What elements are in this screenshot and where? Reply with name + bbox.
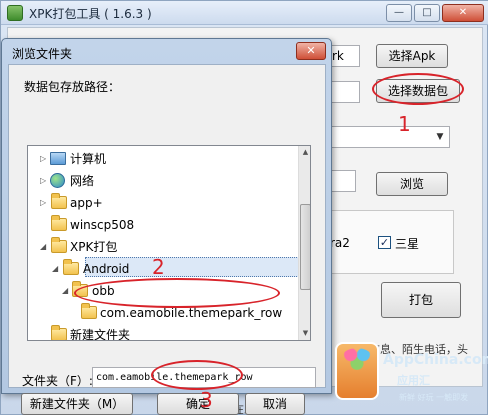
tree-item-computer[interactable]: ▷ 计算机 — [28, 148, 298, 170]
appchina-watermark: AppChina.com 应用汇 新鲜 好玩 一触即发 — [335, 330, 488, 410]
cancel-button[interactable]: 取消 — [245, 393, 305, 415]
apk-path-field[interactable]: rk — [328, 45, 360, 67]
select-apk-button[interactable]: 选择Apk — [376, 44, 448, 68]
pack-button[interactable]: 打包 — [381, 282, 461, 318]
app-title: XPK打包工具 ( 1.6.3 ) — [29, 7, 152, 21]
collapse-arrow-icon[interactable]: ◢ — [52, 258, 58, 280]
expand-arrow-icon[interactable]: ▷ — [40, 148, 46, 170]
tree-scrollbar[interactable]: ▲ ▼ — [298, 146, 310, 340]
annotation-ellipse-2 — [74, 278, 280, 308]
new-folder-button[interactable]: 新建文件夹（M） — [21, 393, 133, 415]
scroll-up-arrow-icon[interactable]: ▲ — [299, 146, 310, 159]
folder-icon — [63, 259, 79, 275]
option-label-partial: ra2 — [330, 236, 350, 250]
folder-icon — [51, 325, 67, 340]
app-titlebar: XPK打包工具 ( 1.6.3 ) — □ ✕ — [1, 1, 488, 25]
tree-item-label: 新建文件夹 — [70, 328, 131, 341]
maximize-button[interactable]: □ — [414, 4, 440, 22]
app-icon — [7, 5, 23, 21]
folder-tree[interactable]: ▷ 计算机 ▷ 网络 ▷ app+ winscp508 ◢ XPK打包 ◢ An… — [27, 145, 311, 341]
dialog-prompt: 数据包存放路径： — [24, 80, 121, 94]
tree-item-label: Android — [83, 262, 130, 276]
data-path-field[interactable] — [328, 81, 360, 103]
tree-item-label: app+ — [70, 196, 103, 210]
tree-item-label: 计算机 — [70, 152, 107, 166]
tree-item-label: winscp508 — [70, 218, 135, 232]
ok-button[interactable]: 确定 — [157, 393, 239, 415]
folder-icon — [51, 237, 67, 253]
browse-folder-dialog: 浏览文件夹 ✕ 数据包存放路径： ▷ 计算机 ▷ 网络 ▷ app+ winsc… — [1, 38, 332, 415]
folder-icon — [51, 193, 67, 209]
collapse-arrow-icon[interactable]: ◢ — [40, 236, 46, 258]
scroll-down-arrow-icon[interactable]: ▼ — [299, 327, 310, 340]
network-icon — [50, 173, 65, 188]
annotation-ellipse-1 — [372, 73, 464, 105]
expand-arrow-icon[interactable]: ▷ — [40, 170, 46, 192]
browse-button[interactable]: 浏览 — [376, 172, 448, 196]
shopping-bag-logo-icon — [335, 342, 379, 400]
dialog-title: 浏览文件夹 — [12, 47, 73, 61]
samsung-checkbox[interactable]: ✓ — [378, 236, 391, 249]
watermark-subtext: 应用汇 — [397, 374, 430, 387]
folder-icon — [81, 303, 97, 319]
annotation-number-2: 2 — [152, 255, 165, 279]
folder-icon — [51, 215, 67, 231]
annotation-number-3: 3 — [200, 388, 213, 412]
annotation-ellipse-3 — [151, 360, 243, 390]
watermark-tagline: 新鲜 好玩 一触即发 — [399, 393, 469, 402]
minimize-button[interactable]: — — [386, 4, 412, 22]
chevron-down-icon[interactable]: ▼ — [431, 127, 449, 147]
dialog-close-button[interactable]: ✕ — [296, 42, 326, 60]
samsung-label: 三星 — [395, 237, 420, 251]
annotation-number-1: 1 — [398, 112, 411, 136]
dialog-body: 数据包存放路径： ▷ 计算机 ▷ 网络 ▷ app+ winscp508 ◢ X… — [8, 64, 326, 415]
tree-item-network[interactable]: ▷ 网络 — [28, 170, 298, 192]
output-path-field[interactable] — [328, 170, 356, 192]
close-button[interactable]: ✕ — [442, 4, 484, 22]
expand-arrow-icon[interactable]: ▷ — [40, 192, 46, 214]
tree-item-winscp[interactable]: winscp508 — [28, 214, 298, 236]
collapse-arrow-icon[interactable]: ◢ — [62, 280, 68, 302]
scroll-thumb[interactable] — [300, 204, 310, 290]
folder-field-label: 文件夹（F）: — [22, 374, 93, 388]
tree-item-app-plus[interactable]: ▷ app+ — [28, 192, 298, 214]
tree-item-label: 网络 — [70, 174, 95, 188]
watermark-text: AppChina.com — [383, 352, 488, 368]
computer-icon — [50, 152, 66, 165]
tree-item-new-folder[interactable]: 新建文件夹 — [28, 324, 298, 341]
tree-item-label: XPK打包 — [70, 240, 118, 254]
